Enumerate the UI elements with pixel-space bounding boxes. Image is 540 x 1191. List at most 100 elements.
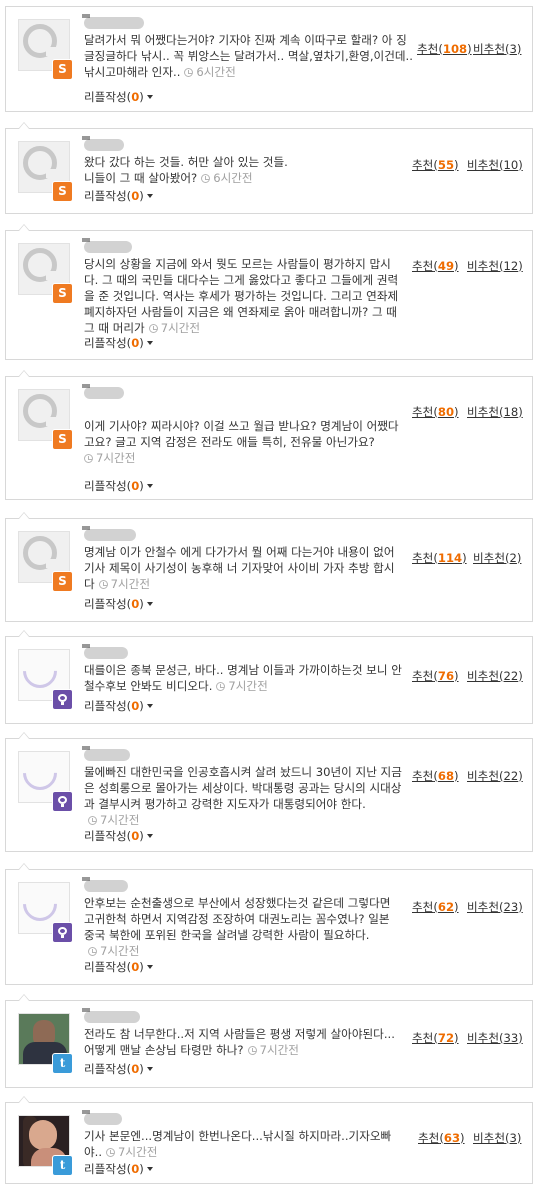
sns-badge-icon: S — [52, 571, 73, 592]
twitter-badge-icon: t — [52, 1155, 73, 1176]
caret-down-icon — [146, 1167, 153, 1171]
username-blurred[interactable] — [82, 877, 128, 892]
comment-card: t 전라도 참 너무한다..저 지역 사람들은 평생 저렇게 살아야된다...어… — [5, 994, 533, 1088]
clock-icon — [106, 1148, 116, 1157]
comment-time: 7시간전 — [88, 813, 139, 827]
not-recommend-button[interactable]: 비추천(22) — [467, 668, 523, 684]
reply-write-button[interactable]: 리플작성(0) — [84, 478, 153, 494]
not-recommend-button[interactable]: 비추천(22) — [467, 768, 523, 784]
comment-body: 당시의 상황을 지금에 와서 뭣도 모르는 사람들이 평가하지 맙시다. 그 때… — [84, 256, 402, 336]
recommend-button[interactable]: 추천(76) — [412, 668, 459, 684]
comment-time: 7시간전 — [148, 321, 200, 335]
recommend-button[interactable]: 추천(55) — [412, 157, 459, 173]
recommend-button[interactable]: 추천(108) — [417, 41, 472, 57]
comment-text: 당시의 상황을 지금에 와서 뭣도 모르는 사람들이 평가하지 맙시다. 그 때… — [84, 257, 399, 335]
reply-write-button[interactable]: 리플작성(0) — [84, 1061, 153, 1077]
comment-time: 7시간전 — [106, 1145, 157, 1159]
clock-icon — [216, 682, 226, 691]
comment-body: 명계남 이가 안철수 에게 다가가서 뭘 어째 다는거야 내용이 없어 기사 제… — [84, 544, 404, 592]
not-recommend-button[interactable]: 비추천(12) — [467, 258, 523, 274]
comment-body: 왔다 갔다 하는 것들. 허만 살아 있는 것들. 니들이 그 때 살아봤어? 6… — [84, 154, 294, 186]
clock-icon — [88, 816, 97, 825]
caret-down-icon — [146, 602, 153, 606]
clock-icon — [88, 947, 97, 956]
daum-badge-icon — [52, 922, 73, 943]
reply-write-button[interactable]: 리플작성(0) — [84, 959, 153, 975]
reply-write-button[interactable]: 리플작성(0) — [84, 89, 153, 105]
comment-body: 대를이은 종북 문성근, 바다.. 명계남 이들과 가까이하는것 보니 안철수후… — [84, 662, 402, 694]
caret-down-icon — [146, 95, 153, 99]
clock-icon — [201, 174, 211, 183]
comment-card: S 이게 기사야? 찌라시야? 이걸 쓰고 월급 받나요? 명계남이 어쨌다고요… — [5, 370, 533, 500]
reply-write-button[interactable]: 리플작성(0) — [84, 698, 153, 714]
comment-time: 6시간전 — [184, 65, 236, 79]
comment-time: 7시간전 — [88, 944, 139, 958]
comment-text: 달려가서 뭐 어쨌다는거야? 기자야 진짜 계속 이따구로 할래? 아 징글징글… — [84, 33, 413, 79]
sns-badge-icon: S — [52, 181, 73, 202]
username-blurred[interactable] — [82, 644, 128, 659]
recommend-button[interactable]: 추천(62) — [412, 899, 459, 915]
not-recommend-button[interactable]: 비추천(3) — [473, 41, 521, 57]
sns-badge-icon: S — [52, 59, 73, 80]
caret-down-icon — [146, 484, 153, 488]
recommend-button[interactable]: 추천(72) — [412, 1030, 459, 1046]
clock-icon — [98, 580, 108, 589]
username-blurred[interactable] — [82, 1110, 122, 1125]
reply-write-button[interactable]: 리플작성(0) — [84, 1161, 153, 1177]
reply-write-button[interactable]: 리플작성(0) — [84, 188, 153, 204]
comment-card: 대를이은 종북 문성근, 바다.. 명계남 이들과 가까이하는것 보니 안철수후… — [5, 630, 533, 724]
clock-icon — [247, 1046, 257, 1055]
clock-icon — [184, 68, 194, 77]
not-recommend-button[interactable]: 비추천(3) — [473, 1130, 521, 1146]
recommend-button[interactable]: 추천(63) — [418, 1130, 465, 1146]
comment-text: 이게 기사야? 찌라시야? 이걸 쓰고 월급 받나요? 명계남이 어쨌다고요? … — [84, 419, 399, 449]
comment-card: 안후보는 순천출생으로 부산에서 성장했다는것 같은데 그렇다면 고귀한척 하면… — [5, 863, 533, 985]
comment-text: 물에빠진 대한민국을 인공호흡시켜 살려 놨드니 30년이 지난 지금은 성희롱… — [84, 765, 402, 811]
comment-body: 달려가서 뭐 어쨌다는거야? 기자야 진짜 계속 이따구로 할래? 아 징글징글… — [84, 32, 414, 80]
comment-card: S 달려가서 뭐 어쨌다는거야? 기자야 진짜 계속 이따구로 할래? 아 징글… — [5, 6, 533, 112]
twitter-badge-icon: t — [52, 1053, 73, 1074]
comment-body: 전라도 참 너무한다..저 지역 사람들은 평생 저렇게 살아야된다...어떻게… — [84, 1026, 402, 1058]
comment-time: 6시간전 — [201, 171, 253, 185]
username-blurred[interactable] — [82, 1008, 140, 1023]
comment-time: 7시간전 — [216, 679, 268, 693]
comment-card: t 기사 본문엔...명계남이 한번나온다...낚시질 하지마라..기자오빠야.… — [5, 1096, 533, 1184]
not-recommend-button[interactable]: 비추천(33) — [467, 1030, 523, 1046]
reply-write-button[interactable]: 리플작성(0) — [84, 596, 153, 612]
caret-down-icon — [146, 1067, 153, 1071]
recommend-button[interactable]: 추천(80) — [412, 404, 459, 420]
recommend-button[interactable]: 추천(49) — [412, 258, 459, 274]
comment-body: 기사 본문엔...명계남이 한번나온다...낚시질 하지마라..기자오빠야.. 7… — [84, 1128, 402, 1160]
comment-text: 안후보는 순천출생으로 부산에서 성장했다는것 같은데 그렇다면 고귀한척 하면… — [84, 896, 391, 942]
comment-card: S 왔다 갔다 하는 것들. 허만 살아 있는 것들. 니들이 그 때 살아봤어… — [5, 122, 533, 214]
not-recommend-button[interactable]: 비추천(23) — [467, 899, 523, 915]
caret-down-icon — [146, 834, 153, 838]
clock-icon — [148, 324, 158, 333]
caret-down-icon — [146, 194, 153, 198]
reply-write-button[interactable]: 리플작성(0) — [84, 828, 153, 844]
not-recommend-button[interactable]: 비추천(2) — [473, 550, 521, 566]
username-blurred[interactable] — [82, 238, 132, 253]
comment-text: 전라도 참 너무한다..저 지역 사람들은 평생 저렇게 살아야된다...어떻게… — [84, 1027, 395, 1057]
not-recommend-button[interactable]: 비추천(10) — [467, 157, 523, 173]
comment-time: 7시간전 — [247, 1043, 299, 1057]
caret-down-icon — [146, 965, 153, 969]
reply-write-button[interactable]: 리플작성(0) — [84, 335, 153, 351]
username-blurred[interactable] — [82, 526, 136, 541]
comment-time: 7시간전 — [84, 451, 135, 465]
recommend-button[interactable]: 추천(68) — [412, 768, 459, 784]
username-blurred[interactable] — [82, 14, 144, 29]
caret-down-icon — [146, 704, 153, 708]
username-blurred[interactable] — [82, 746, 130, 761]
username-blurred[interactable] — [82, 136, 124, 151]
not-recommend-button[interactable]: 비추천(18) — [467, 404, 523, 420]
sns-badge-icon: S — [52, 283, 73, 304]
comment-card: S 당시의 상황을 지금에 와서 뭣도 모르는 사람들이 평가하지 맙시다. 그… — [5, 224, 533, 360]
recommend-button[interactable]: 추천(114) — [412, 550, 467, 566]
comment-card: S 명계남 이가 안철수 에게 다가가서 뭘 어째 다는거야 내용이 없어 기사… — [5, 512, 533, 622]
comment-card: 물에빠진 대한민국을 인공호흡시켜 살려 놨드니 30년이 지난 지금은 성희롱… — [5, 732, 533, 852]
comment-text: 왔다 갔다 하는 것들. 허만 살아 있는 것들. 니들이 그 때 살아봤어? — [84, 155, 288, 185]
comment-body: 이게 기사야? 찌라시야? 이걸 쓰고 월급 받나요? 명계남이 어쨌다고요? … — [84, 402, 402, 466]
username-blurred[interactable] — [82, 384, 124, 399]
comment-body: 물에빠진 대한민국을 인공호흡시켜 살려 놨드니 30년이 지난 지금은 성희롱… — [84, 764, 402, 828]
